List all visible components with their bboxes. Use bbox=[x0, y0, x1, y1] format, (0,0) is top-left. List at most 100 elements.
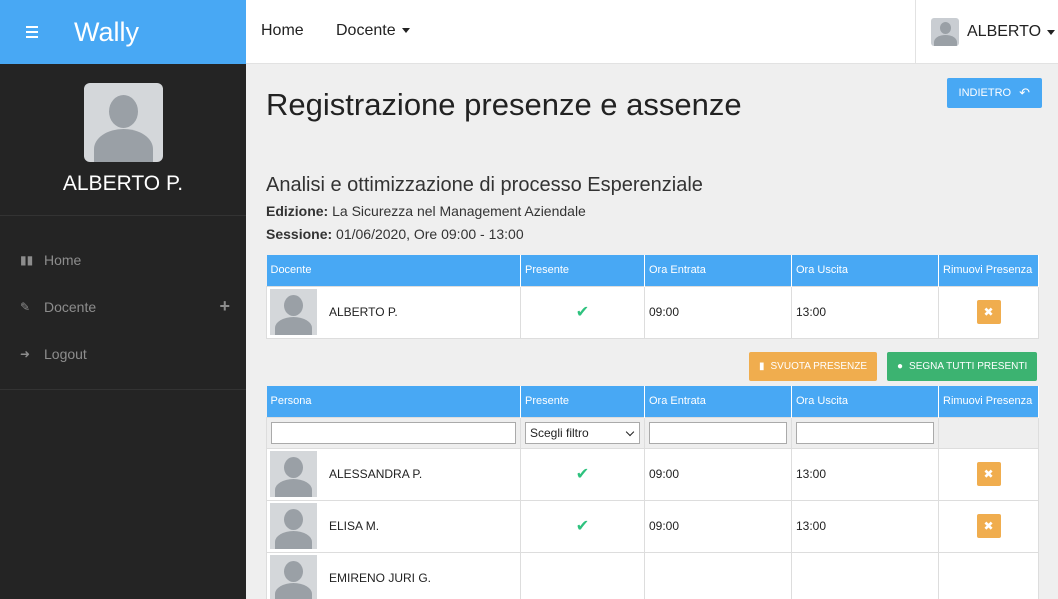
edizione-label: Edizione: bbox=[266, 203, 329, 219]
check-icon: ✔ bbox=[575, 518, 590, 535]
user-name: ALBERTO bbox=[967, 23, 1042, 40]
col-ora-entrata: Ora Entrata bbox=[644, 255, 792, 286]
person-name: ALESSANDRA P. bbox=[329, 467, 423, 481]
col-ora-uscita: Ora Uscita bbox=[791, 255, 939, 286]
edizione-line: Edizione: La Sicurezza nel Management Az… bbox=[266, 203, 586, 219]
sidebar-item-label: Logout bbox=[44, 345, 87, 362]
col-ora-uscita: Ora Uscita bbox=[791, 386, 939, 417]
brand-name[interactable]: Wally bbox=[74, 17, 139, 48]
person-cell: ALESSANDRA P. bbox=[266, 447, 521, 501]
nav-docente-label: Docente bbox=[336, 22, 396, 39]
user-avatar-icon bbox=[931, 18, 959, 46]
person-avatar bbox=[270, 555, 317, 599]
col-presente: Presente bbox=[520, 386, 645, 417]
filter-cell bbox=[938, 416, 1039, 449]
course-subtitle: Analisi e ottimizzazione di processo Esp… bbox=[266, 174, 703, 196]
table-row: ALBERTO P. ✔ 09:00 13:00 ✖ bbox=[266, 285, 1039, 339]
person-name: ALBERTO P. bbox=[329, 305, 398, 319]
filter-cell bbox=[266, 416, 521, 449]
presente-cell[interactable] bbox=[520, 551, 645, 599]
ora-uscita-cell: 13:00 bbox=[791, 447, 939, 501]
sidebar-profile: ALBERTO P. bbox=[0, 64, 246, 216]
remove-presence-button[interactable]: ✖ bbox=[976, 514, 1001, 538]
rimuovi-cell: ✖ bbox=[938, 499, 1039, 553]
reply-arrow-icon: ↶ bbox=[1019, 85, 1030, 100]
sidebar-item-label: Docente bbox=[44, 298, 97, 315]
person-avatar bbox=[270, 503, 317, 549]
person-name: EMIRENO JURI G. bbox=[329, 571, 432, 585]
col-persona: Persona bbox=[266, 386, 521, 417]
col-ora-entrata: Ora Entrata bbox=[644, 386, 792, 417]
trash-icon: ▮ bbox=[759, 361, 765, 372]
rimuovi-cell: ✖ bbox=[938, 285, 1039, 339]
ora-uscita-cell: 13:00 bbox=[791, 285, 939, 339]
docente-table: Docente Presente Ora Entrata Ora Uscita … bbox=[266, 255, 1039, 339]
caret-down-icon bbox=[401, 28, 410, 34]
col-presente: Presente bbox=[520, 255, 645, 286]
filter-row: Scegli filtro bbox=[266, 416, 1039, 449]
person-name: ELISA M. bbox=[329, 519, 380, 533]
plus-icon[interactable]: + bbox=[219, 296, 230, 317]
rimuovi-cell bbox=[938, 551, 1039, 599]
user-icon: ● bbox=[897, 361, 904, 372]
person-avatar bbox=[270, 289, 317, 335]
check-icon: ✔ bbox=[575, 466, 590, 483]
sidebar-menu: ▮▮ Home ✎ Docente + ➜ Logout bbox=[0, 216, 246, 390]
ora-entrata-cell: 09:00 bbox=[644, 447, 792, 501]
table-row: EMIRENO JURI G. bbox=[266, 551, 1039, 599]
profile-avatar bbox=[83, 83, 163, 162]
main-content: Registrazione presenze e assenze INDIETR… bbox=[246, 64, 1058, 599]
svuota-label: SVUOTA PRESENZE bbox=[770, 361, 868, 372]
presente-filter-select[interactable]: Scegli filtro bbox=[525, 421, 640, 444]
col-rimuovi-presenza: Rimuovi Presenza bbox=[938, 255, 1039, 286]
ora-entrata-filter-input[interactable] bbox=[649, 421, 787, 444]
filter-cell bbox=[791, 416, 939, 449]
person-cell: ELISA M. bbox=[266, 499, 521, 553]
edizione-value: La Sicurezza nel Management Aziendale bbox=[332, 203, 586, 219]
back-button-label: INDIETRO bbox=[958, 87, 1012, 99]
sessione-value: 01/06/2020, Ore 09:00 - 13:00 bbox=[336, 226, 524, 242]
ora-entrata-cell: 09:00 bbox=[644, 499, 792, 553]
table-row: ALESSANDRA P. ✔ 09:00 13:00 ✖ bbox=[266, 447, 1039, 501]
table-row: ELISA M. ✔ 09:00 13:00 ✖ bbox=[266, 499, 1039, 553]
sidebar-item-docente[interactable]: ✎ Docente + bbox=[0, 283, 246, 330]
ora-uscita-cell: 13:00 bbox=[791, 499, 939, 553]
user-menu[interactable]: ALBERTO bbox=[915, 0, 1058, 64]
top-navbar: Home Docente ALBERTO bbox=[246, 0, 1058, 64]
svuota-presenze-button[interactable]: ▮ SVUOTA PRESENZE bbox=[749, 352, 878, 381]
menu-icon[interactable] bbox=[26, 26, 48, 38]
back-button[interactable]: INDIETRO ↶ bbox=[946, 78, 1042, 108]
ora-uscita-filter-input[interactable] bbox=[796, 421, 934, 444]
person-cell: ALBERTO P. bbox=[266, 285, 521, 339]
logout-icon: ➜ bbox=[20, 346, 31, 361]
presente-cell: ✔ bbox=[520, 285, 645, 339]
persone-table: Persona Presente Ora Entrata Ora Uscita … bbox=[266, 386, 1039, 599]
ora-uscita-cell bbox=[791, 551, 939, 599]
sidebar-item-home[interactable]: ▮▮ Home bbox=[0, 236, 246, 283]
sidebar-item-label: Home bbox=[44, 251, 82, 268]
remove-presence-button[interactable]: ✖ bbox=[976, 300, 1001, 324]
bar-chart-icon: ▮▮ bbox=[20, 252, 34, 267]
rimuovi-cell: ✖ bbox=[938, 447, 1039, 501]
sidebar: ALBERTO P. ▮▮ Home ✎ Docente + ➜ Logout bbox=[0, 64, 246, 599]
remove-presence-button[interactable]: ✖ bbox=[976, 462, 1001, 486]
segna-tutti-presenti-button[interactable]: ● SEGNA TUTTI PRESENTI bbox=[887, 352, 1038, 381]
ora-entrata-cell bbox=[644, 551, 792, 599]
person-avatar bbox=[270, 451, 317, 497]
sidebar-item-logout[interactable]: ➜ Logout bbox=[0, 330, 246, 377]
edit-icon: ✎ bbox=[20, 299, 31, 314]
presente-cell: ✔ bbox=[520, 499, 645, 553]
brand-bar: Wally bbox=[0, 0, 246, 64]
profile-name: ALBERTO P. bbox=[62, 172, 184, 195]
sessione-label: Sessione: bbox=[266, 226, 333, 242]
nav-docente-dropdown[interactable]: Docente bbox=[336, 22, 410, 40]
col-docente: Docente bbox=[266, 255, 521, 286]
nav-home[interactable]: Home bbox=[261, 22, 304, 40]
col-rimuovi-presenza: Rimuovi Presenza bbox=[938, 386, 1039, 417]
check-icon: ✔ bbox=[575, 304, 590, 321]
filter-cell: Scegli filtro bbox=[520, 416, 645, 449]
sessione-line: Sessione: 01/06/2020, Ore 09:00 - 13:00 bbox=[266, 226, 524, 242]
filter-cell bbox=[644, 416, 792, 449]
ora-entrata-cell: 09:00 bbox=[644, 285, 792, 339]
persona-filter-input[interactable] bbox=[271, 421, 516, 444]
